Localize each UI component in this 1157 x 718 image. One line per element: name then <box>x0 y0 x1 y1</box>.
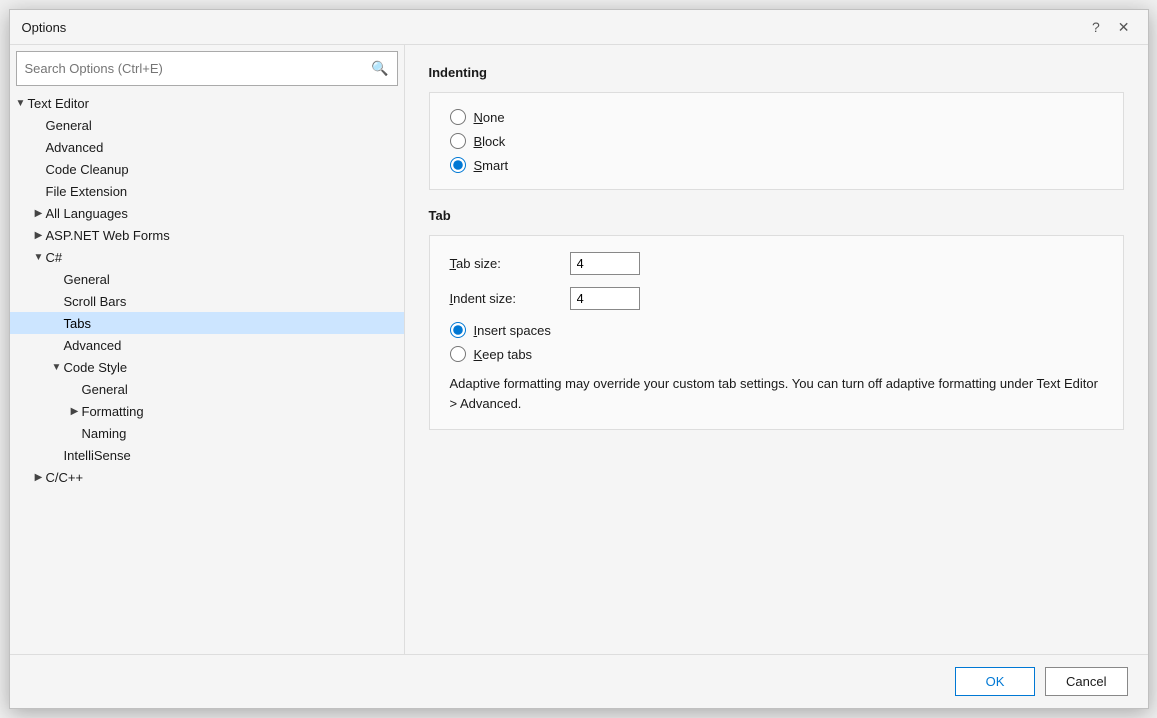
title-bar: Options ? ✕ <box>10 10 1148 45</box>
tree-item-code-cleanup[interactable]: Code Cleanup <box>10 158 404 180</box>
help-button[interactable]: ? <box>1086 18 1106 36</box>
keep-tabs-label[interactable]: Keep tabs <box>474 347 533 362</box>
tab-size-input[interactable] <box>570 252 640 275</box>
indenting-smart-label[interactable]: Smart <box>474 158 509 173</box>
cancel-button[interactable]: Cancel <box>1045 667 1127 696</box>
close-button[interactable]: ✕ <box>1112 18 1136 36</box>
indenting-none-row: None <box>450 109 1103 125</box>
dialog-body: 🔍 ▼Text EditorGeneralAdvancedCode Cleanu… <box>10 45 1148 654</box>
ok-button[interactable]: OK <box>955 667 1035 696</box>
tree-arrow-text-editor: ▼ <box>14 98 28 109</box>
right-panel: Indenting None Block Smart <box>405 45 1148 654</box>
options-dialog: Options ? ✕ 🔍 ▼Text EditorGeneralAdvance… <box>9 9 1149 709</box>
keep-tabs-radio[interactable] <box>450 346 466 362</box>
tree-item-text-editor[interactable]: ▼Text Editor <box>10 92 404 114</box>
tree-arrow-csharp: ▼ <box>32 252 46 263</box>
tree-label-advanced-csharp: Advanced <box>64 338 400 353</box>
indenting-block-row: Block <box>450 133 1103 149</box>
left-panel: 🔍 ▼Text EditorGeneralAdvancedCode Cleanu… <box>10 45 405 654</box>
indent-size-row: Indent size: <box>450 287 1103 310</box>
tree-label-aspnet-web-forms: ASP.NET Web Forms <box>46 228 400 243</box>
tree-item-all-languages[interactable]: ▶All Languages <box>10 202 404 224</box>
indenting-none-label[interactable]: None <box>474 110 505 125</box>
tree-item-tabs[interactable]: Tabs <box>10 312 404 334</box>
indent-size-label: Indent size: <box>450 291 570 306</box>
tree-item-advanced-1[interactable]: Advanced <box>10 136 404 158</box>
tree-label-all-languages: All Languages <box>46 206 400 221</box>
spacing-radio-group: Insert spaces Keep tabs <box>450 322 1103 362</box>
tree-item-naming[interactable]: Naming <box>10 422 404 444</box>
tree-label-general-code-style: General <box>82 382 400 397</box>
tree-label-file-extension: File Extension <box>46 184 400 199</box>
tree-label-tabs: Tabs <box>64 316 400 331</box>
tree-label-code-cleanup: Code Cleanup <box>46 162 400 177</box>
tree-item-aspnet-web-forms[interactable]: ▶ASP.NET Web Forms <box>10 224 404 246</box>
tree-item-general-1[interactable]: General <box>10 114 404 136</box>
insert-spaces-label[interactable]: Insert spaces <box>474 323 551 338</box>
title-bar-buttons: ? ✕ <box>1086 18 1136 36</box>
tree-arrow-cpp: ▶ <box>32 472 46 483</box>
tree-label-scroll-bars: Scroll Bars <box>64 294 400 309</box>
tree-arrow-all-languages: ▶ <box>32 208 46 219</box>
tab-size-row: Tab size: <box>450 252 1103 275</box>
tree-item-file-extension[interactable]: File Extension <box>10 180 404 202</box>
tree-item-advanced-csharp[interactable]: Advanced <box>10 334 404 356</box>
indenting-radio-group: None Block Smart <box>450 109 1103 173</box>
search-icon: 🔍 <box>371 60 388 77</box>
tab-section: Tab size: Indent size: Insert spaces Kee… <box>429 235 1124 430</box>
tree-item-csharp[interactable]: ▼C# <box>10 246 404 268</box>
tree-item-general-code-style[interactable]: General <box>10 378 404 400</box>
indenting-section: None Block Smart <box>429 92 1124 190</box>
tree-label-text-editor: Text Editor <box>28 96 400 111</box>
tree-item-code-style[interactable]: ▼Code Style <box>10 356 404 378</box>
keep-tabs-row: Keep tabs <box>450 346 1103 362</box>
indenting-block-label[interactable]: Block <box>474 134 506 149</box>
indenting-smart-radio[interactable] <box>450 157 466 173</box>
dialog-title: Options <box>22 20 67 35</box>
tree-arrow-aspnet-web-forms: ▶ <box>32 230 46 241</box>
adaptive-note: Adaptive formatting may override your cu… <box>450 374 1103 413</box>
tab-title: Tab <box>429 208 1124 223</box>
search-input[interactable] <box>25 61 372 76</box>
tree-item-cpp[interactable]: ▶C/C++ <box>10 466 404 488</box>
tree-label-general-1: General <box>46 118 400 133</box>
dialog-footer: OK Cancel <box>10 654 1148 708</box>
tree-container[interactable]: ▼Text EditorGeneralAdvancedCode CleanupF… <box>10 92 404 654</box>
tree-arrow-formatting: ▶ <box>68 406 82 417</box>
indenting-smart-row: Smart <box>450 157 1103 173</box>
tree-label-formatting: Formatting <box>82 404 400 419</box>
tab-size-label: Tab size: <box>450 256 570 271</box>
indenting-block-radio[interactable] <box>450 133 466 149</box>
tree-item-formatting[interactable]: ▶Formatting <box>10 400 404 422</box>
indenting-title: Indenting <box>429 65 1124 80</box>
indent-size-input[interactable] <box>570 287 640 310</box>
insert-spaces-row: Insert spaces <box>450 322 1103 338</box>
tree-label-naming: Naming <box>82 426 400 441</box>
tree-label-cpp: C/C++ <box>46 470 400 485</box>
search-box-wrap: 🔍 <box>16 51 398 86</box>
tree-arrow-code-style: ▼ <box>50 362 64 373</box>
insert-spaces-radio[interactable] <box>450 322 466 338</box>
tree-label-intellisense: IntelliSense <box>64 448 400 463</box>
tree-item-general-csharp[interactable]: General <box>10 268 404 290</box>
tree-label-code-style: Code Style <box>64 360 400 375</box>
tree-label-general-csharp: General <box>64 272 400 287</box>
tree-item-intellisense[interactable]: IntelliSense <box>10 444 404 466</box>
tree-label-advanced-1: Advanced <box>46 140 400 155</box>
tree-item-scroll-bars[interactable]: Scroll Bars <box>10 290 404 312</box>
tree-label-csharp: C# <box>46 250 400 265</box>
indenting-none-radio[interactable] <box>450 109 466 125</box>
